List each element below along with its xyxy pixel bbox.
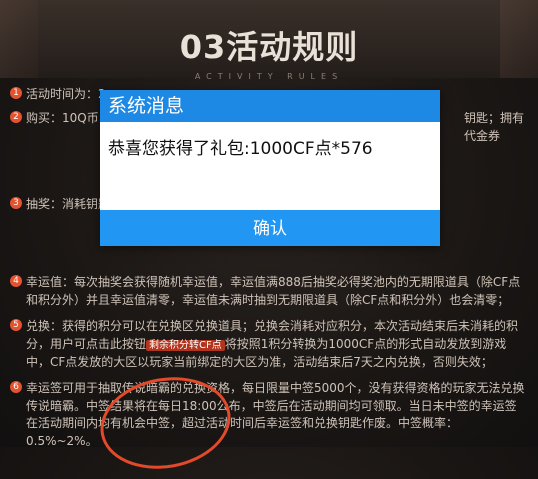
modal-overlay: 系统消息 恭喜您获得了礼包:1000CF点*576 确认 <box>0 0 538 447</box>
dialog-message: 恭喜您获得了礼包:1000CF点*576 <box>108 139 373 159</box>
system-message-dialog: 系统消息 恭喜您获得了礼包:1000CF点*576 确认 <box>100 90 440 246</box>
confirm-button[interactable]: 确认 <box>100 210 440 246</box>
dialog-title: 系统消息 <box>100 90 440 122</box>
